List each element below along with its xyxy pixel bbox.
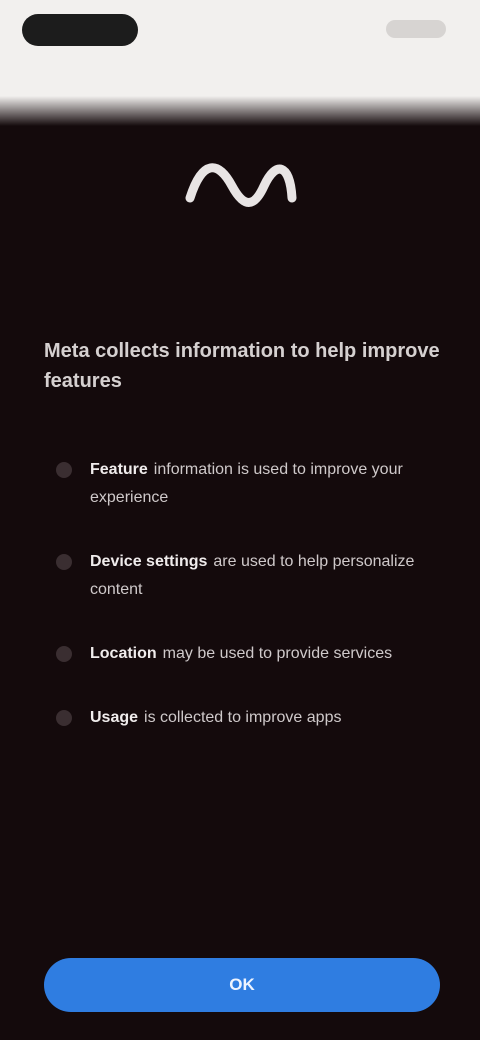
feature-text: Feature information is used to improve yo… — [90, 456, 426, 512]
logo-svg — [185, 163, 297, 207]
top-fade — [0, 96, 480, 126]
feature-title: Device settings — [90, 553, 208, 570]
meta-logo-icon — [180, 150, 300, 210]
app-screen: Meta collects information to help improv… — [0, 0, 480, 1040]
feature-list: Feature information is used to improve yo… — [56, 456, 426, 732]
feature-text: Device settings are used to help personal… — [90, 548, 426, 604]
feature-text: Usage is collected to improve apps — [90, 704, 341, 732]
top-bar — [0, 0, 480, 110]
status-pill — [22, 14, 138, 46]
feature-title: Location — [90, 645, 157, 662]
status-icons — [386, 20, 446, 38]
feature-item: Location may be used to provide services — [56, 640, 426, 668]
ok-button[interactable]: OK — [44, 958, 440, 1012]
feature-title: Usage — [90, 709, 139, 726]
feature-item: Device settings are used to help personal… — [56, 548, 426, 604]
feature-item: Usage is collected to improve apps — [56, 704, 426, 732]
bullet-dot-icon — [56, 554, 72, 570]
bullet-dot-icon — [56, 710, 72, 726]
feature-item: Feature information is used to improve yo… — [56, 456, 426, 512]
feature-desc: may be used to provide services — [162, 645, 393, 662]
bullet-dot-icon — [56, 646, 72, 662]
intro-text: Meta collects information to help improv… — [44, 340, 440, 392]
feature-title: Feature — [90, 461, 148, 478]
feature-text: Location may be used to provide services — [90, 640, 392, 668]
bullet-dot-icon — [56, 462, 72, 478]
feature-desc: is collected to improve apps — [144, 709, 342, 726]
